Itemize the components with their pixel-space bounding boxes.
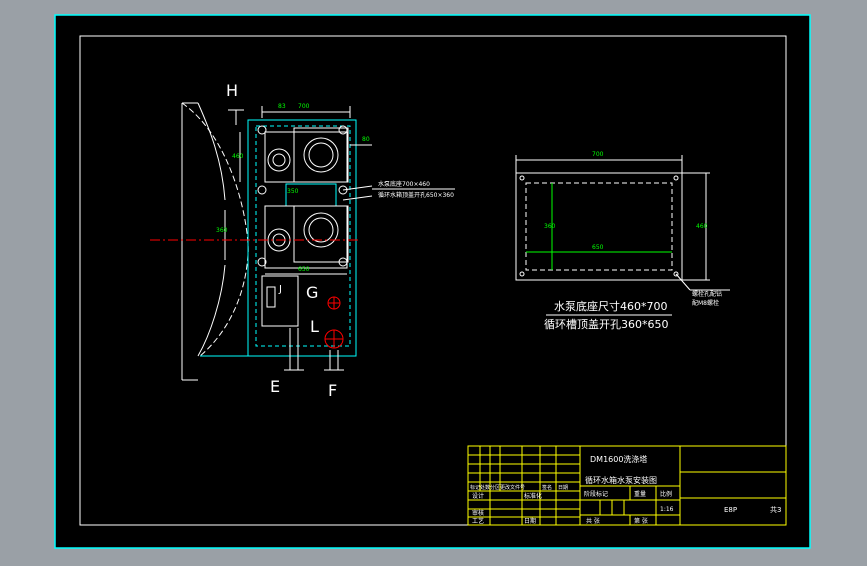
plate-dim-text-650: 650	[592, 244, 604, 251]
label-e: E	[270, 377, 280, 396]
dim-text-460: 460	[232, 153, 244, 160]
dim-text-83: 83	[278, 103, 286, 110]
tb-code: E8P	[724, 506, 737, 514]
label-h: H	[226, 81, 238, 100]
plate-note-2: 配M8螺栓	[692, 299, 719, 307]
dim-text-80: 80	[362, 136, 370, 143]
tb-process: 工艺	[472, 517, 484, 525]
tb-stage-mark: 阶段标记	[584, 490, 608, 498]
tb-rev-count: 处数	[480, 484, 490, 491]
tb-sheet-no: 第 张	[634, 517, 648, 525]
dim-text-650: 650	[298, 266, 310, 273]
tb-review: 审核	[472, 509, 484, 517]
plate-dim-text-460: 460	[696, 223, 708, 230]
tb-sheet-of: 共3	[770, 505, 781, 514]
tb-drawing-title: 循环水箱水泵安装图	[585, 475, 657, 485]
plate-dim-text-360: 360	[544, 223, 556, 230]
tb-machine-name: DM1600洗涤塔	[590, 454, 647, 464]
cad-drawing-canvas: H E F G L J 700 83 460 80 360 350 650 水泵…	[54, 14, 811, 549]
plate-note-1: 螺栓孔配钻	[692, 290, 722, 298]
tb-weight: 重量	[634, 490, 646, 498]
paper-sheet	[54, 14, 811, 549]
tb-rev-mark: 标记	[470, 484, 480, 491]
tb-design: 设计	[472, 492, 484, 500]
label-l: L	[310, 317, 319, 336]
tb-scale: 1:16	[660, 506, 674, 513]
tb-standardization: 标准化	[524, 492, 542, 500]
note-line-1: 水泵底座尺寸460*700	[554, 299, 668, 313]
note-line-2: 循环槽顶盖开孔360*650	[544, 317, 669, 331]
label-j: J	[278, 284, 282, 295]
dim-text-350: 350	[287, 188, 299, 195]
plate-dim-text-700: 700	[592, 151, 604, 158]
tb-rev-zone: 分区	[490, 484, 500, 491]
tb-rev-date: 日期	[558, 485, 568, 491]
tb-date: 日期	[524, 517, 536, 525]
tb-rev-sign: 签名	[542, 484, 552, 491]
cad-viewport: H E F G L J 700 83 460 80 360 350 650 水泵…	[0, 0, 867, 562]
callout-line2: 循环水箱顶盖开孔650×360	[378, 191, 454, 199]
label-g: G	[306, 283, 318, 302]
dim-text-360: 360	[216, 227, 228, 234]
tb-sheets-total: 共 张	[586, 517, 600, 525]
tb-rev-doc: 更改文件号	[500, 484, 525, 491]
tb-scale-header: 比例	[660, 490, 672, 498]
callout-line1: 水泵底座700×460	[378, 180, 430, 188]
dim-text-700: 700	[298, 103, 310, 110]
label-f: F	[328, 381, 337, 400]
